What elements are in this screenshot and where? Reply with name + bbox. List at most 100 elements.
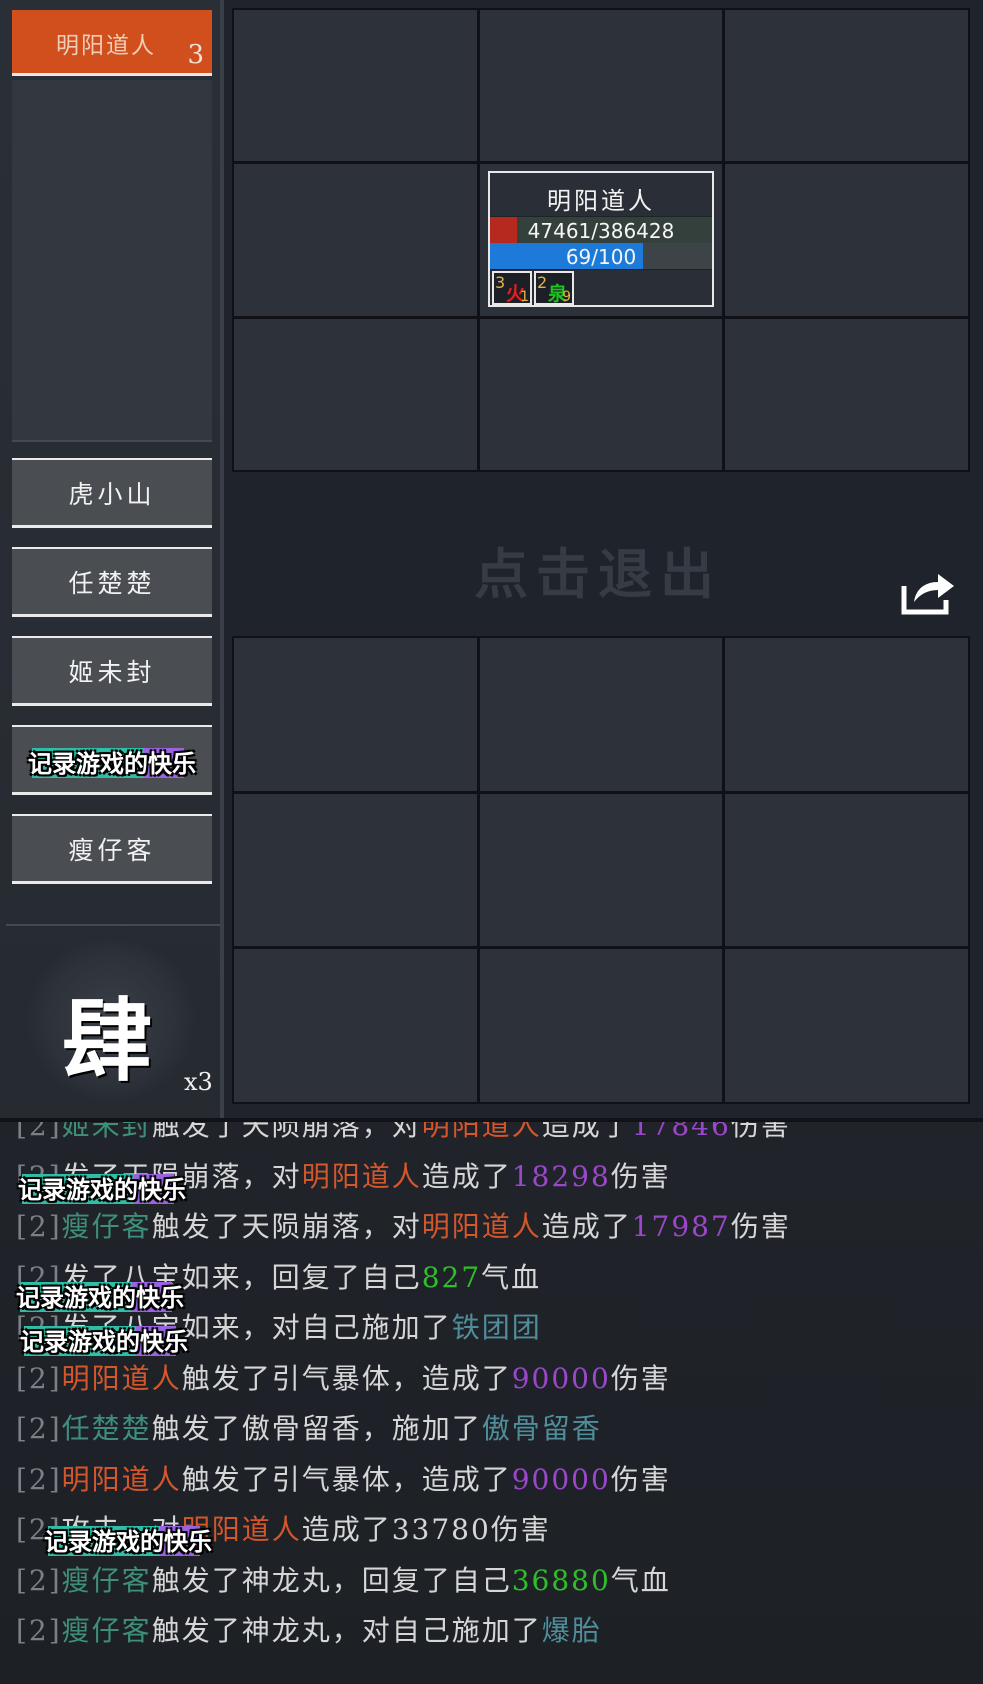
log-line: [2]明阳道人触发了引气暴体，造成了90000伤害 xyxy=(16,1458,671,1498)
formation-multiplier: x3 xyxy=(184,1068,213,1096)
watermark-sticker: 记录游戏的快乐 xyxy=(20,1322,188,1357)
formation-seal[interactable]: 肆 xyxy=(62,968,152,1098)
mp-text: 69/100 xyxy=(565,245,637,269)
log-segment: 傲骨留香 xyxy=(481,1412,602,1445)
watermark-text: 记录游戏的快乐 xyxy=(44,1528,212,1556)
watermark-text: 记录游戏的快乐 xyxy=(16,1284,184,1312)
buff-stack: 2 xyxy=(537,273,548,292)
log-line: [2]姬未封触发了天陨崩落，对明阳道人造成了17846伤害 xyxy=(16,1118,791,1144)
log-segment: 明阳道人 xyxy=(61,1462,182,1496)
enemy-list-panel xyxy=(12,80,212,442)
log-segment: 伤害 xyxy=(610,1462,671,1496)
log-segment: 触发了傲骨留香，施加了 xyxy=(151,1412,482,1445)
log-segment: 伤害 xyxy=(730,1118,791,1142)
grid-cell[interactable] xyxy=(479,318,723,470)
team-member-button[interactable]: 瘦仔客 xyxy=(12,814,212,884)
log-segment: 18298 xyxy=(511,1159,611,1193)
watermark-sticker: 记录游戏的快乐 xyxy=(18,1170,186,1205)
log-segment: 气血 xyxy=(610,1563,671,1597)
share-icon[interactable] xyxy=(900,570,956,616)
log-round: [2] xyxy=(16,1563,62,1597)
log-segment: 触发了神龙丸，回复了自己 xyxy=(151,1563,512,1597)
grid-cell[interactable] xyxy=(725,318,968,470)
log-segment: 触发了神龙丸，对自己施加了 xyxy=(151,1614,542,1647)
sidebar-separator xyxy=(6,924,220,926)
grid-cell[interactable] xyxy=(725,10,968,162)
grid-cell[interactable] xyxy=(479,638,723,791)
log-segment: 90000 xyxy=(511,1361,611,1395)
grid-cell[interactable] xyxy=(234,793,477,947)
grid-cell[interactable] xyxy=(234,164,477,316)
log-segment: 瘦仔客 xyxy=(61,1563,152,1597)
buff-stack: 3 xyxy=(495,273,506,292)
log-segment: 触发了天陨崩落，对 xyxy=(151,1118,422,1142)
log-round: [2] xyxy=(16,1361,62,1395)
grid-cell[interactable] xyxy=(725,164,968,316)
grid-cell[interactable] xyxy=(479,949,723,1102)
buff-duration: 9 xyxy=(562,289,571,305)
log-segment: 36880 xyxy=(511,1563,611,1597)
grid-cell[interactable] xyxy=(234,638,477,791)
watermark-text: 记录游戏的快乐 xyxy=(20,1328,188,1356)
team-member-button[interactable]: 任楚楚 xyxy=(12,547,212,617)
log-segment: 明阳道人 xyxy=(301,1159,422,1193)
log-round: [2] xyxy=(16,1412,62,1445)
watermark-text: 记录游戏的快乐 xyxy=(18,1176,186,1204)
log-round: [2] xyxy=(16,1118,62,1142)
grid-cell[interactable] xyxy=(725,638,968,791)
log-segment: 伤害 xyxy=(730,1210,791,1243)
tap-to-exit-hint[interactable]: 点击退出 xyxy=(474,530,722,609)
log-segment: 伤害 xyxy=(610,1159,671,1193)
watermark-sticker: 记录游戏的快乐 xyxy=(44,1522,212,1557)
log-segment: 伤害 xyxy=(610,1361,671,1395)
log-line: [2]瘦仔客触发了神龙丸，回复了自己36880气血 xyxy=(16,1559,671,1599)
hp-text: 47461/386428 xyxy=(527,219,675,243)
log-segment: 姬未封 xyxy=(61,1118,152,1142)
watermark-sticker: 记录游戏的快乐 xyxy=(16,1278,184,1313)
log-segment: 明阳道人 xyxy=(421,1118,542,1142)
team-member-button[interactable]: 虎小山 xyxy=(12,458,212,528)
grid-cell[interactable] xyxy=(479,793,723,947)
log-segment: 造成了33780伤害 xyxy=(301,1513,551,1546)
log-round: [2] xyxy=(16,1210,62,1243)
log-segment: 爆胎 xyxy=(541,1614,602,1647)
log-line: [2]明阳道人触发了引气暴体，造成了90000伤害 xyxy=(16,1357,671,1397)
log-segment: 任楚楚 xyxy=(61,1412,152,1445)
log-line: [2]任楚楚触发了傲骨留香，施加了傲骨留香 xyxy=(16,1407,602,1447)
grid-cell[interactable] xyxy=(725,793,968,947)
mp-bar: 69/100 xyxy=(490,243,712,270)
log-line: [2]瘦仔客触发了神龙丸，对自己施加了爆胎 xyxy=(16,1609,602,1649)
log-line: [2]瘦仔客触发了天陨崩落，对明阳道人造成了17987伤害 xyxy=(16,1205,791,1245)
log-round: [2] xyxy=(16,1462,62,1496)
active-target-name: 明阳道人 xyxy=(56,33,156,59)
grid-cell[interactable] xyxy=(234,10,477,162)
log-segment: 明阳道人 xyxy=(61,1361,182,1395)
log-segment: 瘦仔客 xyxy=(61,1614,152,1647)
buff-icon-fire[interactable]: 3 火 1 xyxy=(492,271,532,305)
grid-cell[interactable] xyxy=(234,949,477,1102)
active-target-tab[interactable]: 明阳道人 3 xyxy=(12,10,212,76)
sidebar-divider xyxy=(220,0,224,1118)
log-segment: 造成了 xyxy=(541,1118,632,1142)
log-segment: 827 xyxy=(421,1260,482,1294)
grid-cell[interactable] xyxy=(725,949,968,1102)
ally-grid xyxy=(232,636,970,1104)
log-segment: 瘦仔客 xyxy=(61,1210,152,1243)
buff-icon-spring[interactable]: 2 泉 9 xyxy=(534,271,574,305)
log-round: [2] xyxy=(16,1614,62,1647)
team-member-button[interactable]: 姬未封 xyxy=(12,636,212,706)
unit-name: 明阳道人 xyxy=(547,187,655,215)
grid-cell[interactable] xyxy=(479,10,723,162)
log-segment: 触发了天陨崩落，对 xyxy=(151,1210,422,1243)
log-segment: 90000 xyxy=(511,1462,611,1496)
active-target-count: 3 xyxy=(187,40,204,70)
watermark-sticker: 记录游戏的快乐 xyxy=(28,744,196,779)
log-segment: 气血 xyxy=(481,1260,542,1294)
log-segment: 铁团团 xyxy=(451,1311,542,1344)
hp-bar: 47461/386428 xyxy=(490,216,712,244)
grid-cell[interactable] xyxy=(234,318,477,470)
log-segment: 造成了 xyxy=(421,1159,512,1193)
enemy-unit-card[interactable]: 明阳道人 47461/386428 69/100 3 火 1 2 泉 9 xyxy=(488,171,714,307)
log-segment: 触发了引气暴体，造成了 xyxy=(181,1361,512,1395)
buff-duration: 1 xyxy=(520,289,529,305)
